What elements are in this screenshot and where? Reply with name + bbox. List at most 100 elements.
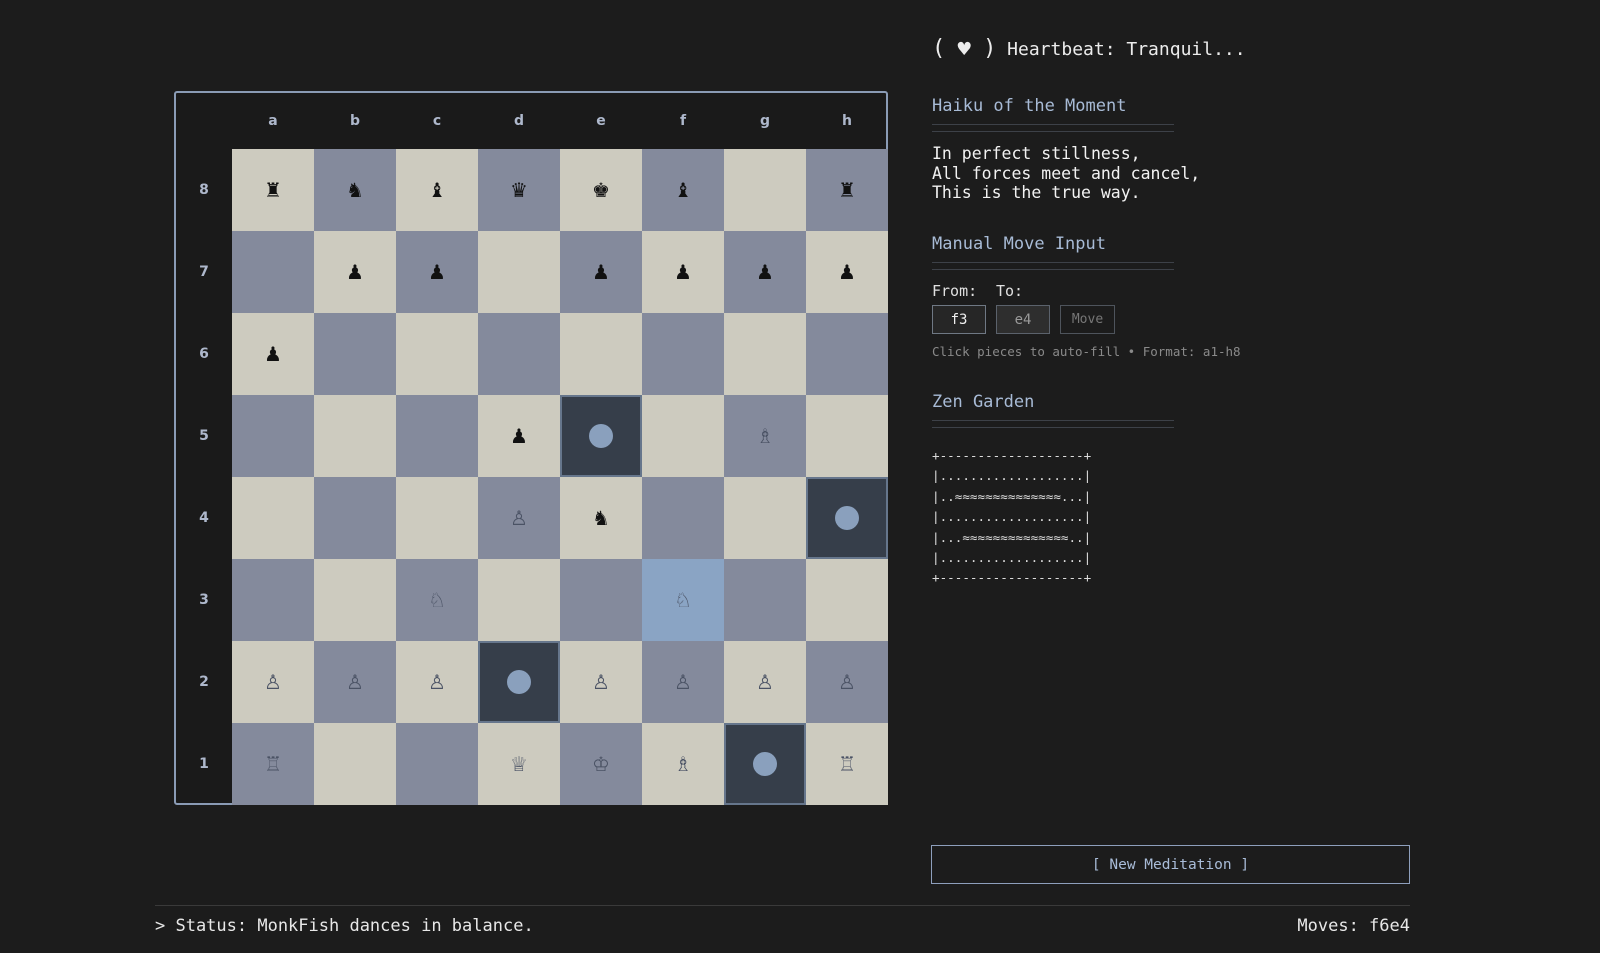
white-pawn-icon[interactable]: ♙ [838,672,856,692]
black-pawn-icon[interactable]: ♟ [510,426,528,446]
square-g2[interactable]: ♙ [724,641,806,723]
move-target-dot-icon[interactable] [507,670,531,694]
square-d6[interactable] [478,313,560,395]
square-d8[interactable]: ♛ [478,149,560,231]
move-target-dot-icon[interactable] [835,506,859,530]
square-a5[interactable] [232,395,314,477]
square-c2[interactable]: ♙ [396,641,478,723]
square-b6[interactable] [314,313,396,395]
to-input[interactable]: e4 [996,305,1050,334]
square-f1[interactable]: ♗ [642,723,724,805]
square-h6[interactable] [806,313,888,395]
square-a4[interactable] [232,477,314,559]
white-bishop-icon[interactable]: ♗ [756,426,774,446]
square-b5[interactable] [314,395,396,477]
square-a7[interactable] [232,231,314,313]
white-pawn-icon[interactable]: ♙ [756,672,774,692]
square-c1[interactable] [396,723,478,805]
square-a1[interactable]: ♖ [232,723,314,805]
square-d3[interactable] [478,559,560,641]
square-a6[interactable]: ♟ [232,313,314,395]
square-g1[interactable] [724,723,806,805]
square-d4[interactable]: ♙ [478,477,560,559]
square-b2[interactable]: ♙ [314,641,396,723]
square-d1[interactable]: ♕ [478,723,560,805]
square-g5[interactable]: ♗ [724,395,806,477]
square-b1[interactable] [314,723,396,805]
square-f3[interactable]: ♘ [642,559,724,641]
white-king-icon[interactable]: ♔ [592,754,610,774]
black-rook-icon[interactable]: ♜ [838,180,856,200]
square-f4[interactable] [642,477,724,559]
black-pawn-icon[interactable]: ♟ [428,262,446,282]
square-b4[interactable] [314,477,396,559]
square-e1[interactable]: ♔ [560,723,642,805]
white-pawn-icon[interactable]: ♙ [264,672,282,692]
white-pawn-icon[interactable]: ♙ [346,672,364,692]
square-h3[interactable] [806,559,888,641]
square-f7[interactable]: ♟ [642,231,724,313]
square-e6[interactable] [560,313,642,395]
square-f8[interactable]: ♝ [642,149,724,231]
black-pawn-icon[interactable]: ♟ [838,262,856,282]
square-e4[interactable]: ♞ [560,477,642,559]
move-button[interactable]: Move [1060,305,1115,334]
square-a8[interactable]: ♜ [232,149,314,231]
square-h1[interactable]: ♖ [806,723,888,805]
square-h7[interactable]: ♟ [806,231,888,313]
black-pawn-icon[interactable]: ♟ [674,262,692,282]
black-king-icon[interactable]: ♚ [592,180,610,200]
square-f6[interactable] [642,313,724,395]
white-rook-icon[interactable]: ♖ [838,754,856,774]
white-rook-icon[interactable]: ♖ [264,754,282,774]
square-h2[interactable]: ♙ [806,641,888,723]
white-queen-icon[interactable]: ♕ [510,754,528,774]
square-e7[interactable]: ♟ [560,231,642,313]
white-bishop-icon[interactable]: ♗ [674,754,692,774]
square-b7[interactable]: ♟ [314,231,396,313]
black-knight-icon[interactable]: ♞ [592,508,610,528]
white-pawn-icon[interactable]: ♙ [428,672,446,692]
square-g8[interactable] [724,149,806,231]
square-h8[interactable]: ♜ [806,149,888,231]
black-knight-icon[interactable]: ♞ [346,180,364,200]
square-g3[interactable] [724,559,806,641]
square-a3[interactable] [232,559,314,641]
square-g6[interactable] [724,313,806,395]
black-pawn-icon[interactable]: ♟ [264,344,282,364]
square-c8[interactable]: ♝ [396,149,478,231]
white-pawn-icon[interactable]: ♙ [592,672,610,692]
square-e8[interactable]: ♚ [560,149,642,231]
square-d5[interactable]: ♟ [478,395,560,477]
square-h4[interactable] [806,477,888,559]
white-knight-icon[interactable]: ♘ [428,590,446,610]
square-c4[interactable] [396,477,478,559]
black-pawn-icon[interactable]: ♟ [346,262,364,282]
square-e3[interactable] [560,559,642,641]
white-pawn-icon[interactable]: ♙ [510,508,528,528]
white-knight-icon[interactable]: ♘ [674,590,692,610]
white-pawn-icon[interactable]: ♙ [674,672,692,692]
black-pawn-icon[interactable]: ♟ [756,262,774,282]
square-a2[interactable]: ♙ [232,641,314,723]
square-c7[interactable]: ♟ [396,231,478,313]
square-h5[interactable] [806,395,888,477]
square-c3[interactable]: ♘ [396,559,478,641]
square-d7[interactable] [478,231,560,313]
square-e5[interactable] [560,395,642,477]
black-bishop-icon[interactable]: ♝ [428,180,446,200]
square-d2[interactable] [478,641,560,723]
square-c6[interactable] [396,313,478,395]
square-f5[interactable] [642,395,724,477]
square-e2[interactable]: ♙ [560,641,642,723]
new-meditation-button[interactable]: [ New Meditation ] [931,845,1410,884]
square-g4[interactable] [724,477,806,559]
move-target-dot-icon[interactable] [753,752,777,776]
square-f2[interactable]: ♙ [642,641,724,723]
from-input[interactable]: f3 [932,305,986,334]
black-rook-icon[interactable]: ♜ [264,180,282,200]
move-target-dot-icon[interactable] [589,424,613,448]
square-b3[interactable] [314,559,396,641]
black-queen-icon[interactable]: ♛ [510,180,528,200]
square-c5[interactable] [396,395,478,477]
